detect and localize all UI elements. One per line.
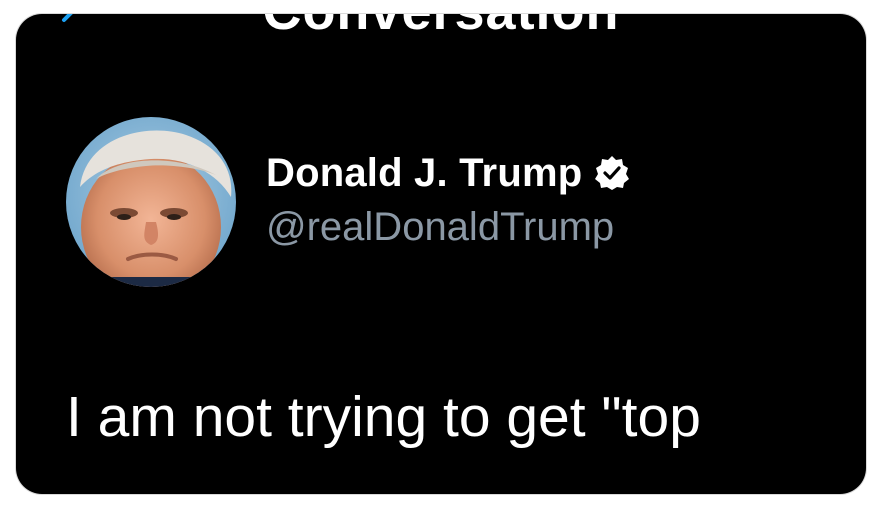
author-display-name[interactable]: Donald J. Trump <box>266 150 582 196</box>
author-name-row: Donald J. Trump <box>266 150 630 196</box>
page-title: Conversation <box>16 14 866 38</box>
avatar[interactable] <box>66 117 236 287</box>
author-info: Donald J. Trump @realDonaldTrump <box>266 150 630 250</box>
profile-avatar-icon <box>66 117 236 287</box>
tweet-text: I am not trying to get "top <box>66 385 701 449</box>
tweet-card: Conversation <box>16 14 866 494</box>
verified-badge-icon <box>595 156 630 190</box>
conversation-header: Conversation <box>16 14 866 44</box>
author-handle[interactable]: @realDonaldTrump <box>266 204 630 250</box>
